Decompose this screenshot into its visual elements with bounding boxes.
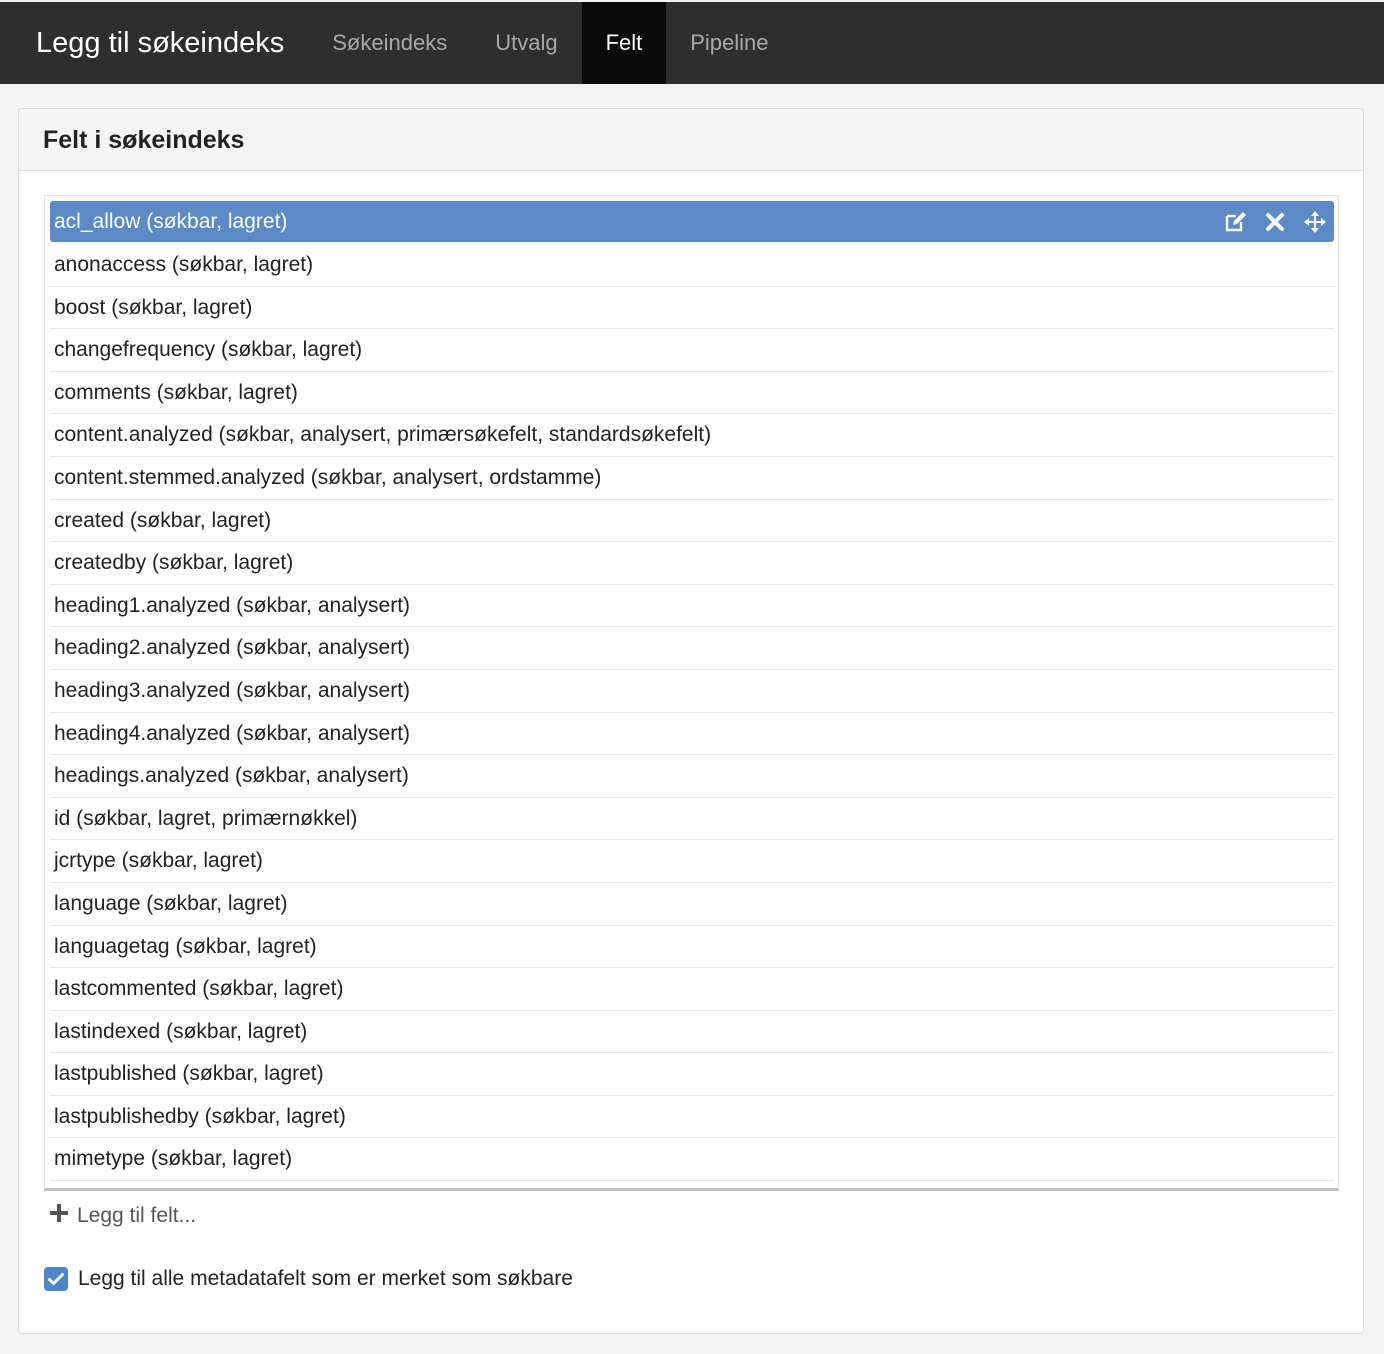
panel-title: Felt i søkeindeks [43,126,245,154]
field-row-selected[interactable]: acl_allow (søkbar, lagret) [50,201,1334,242]
field-label: comments (søkbar, lagret) [54,380,298,404]
field-row[interactable]: lastpublished (søkbar, lagret) [50,1053,1334,1096]
field-label: heading2.analyzed (søkbar, analysert) [54,636,411,660]
metadata-checkbox[interactable] [44,1267,68,1291]
field-row[interactable]: comments (søkbar, lagret) [50,372,1334,415]
panel-header: Felt i søkeindeks [19,109,1363,171]
field-label: jcrtype (søkbar, lagret) [54,849,263,873]
field-label: id (søkbar, lagret, primærnøkkel) [54,806,358,830]
edit-icon[interactable] [1222,209,1248,235]
field-label: lastpublished (søkbar, lagret) [54,1062,324,1086]
field-list: acl_allow (søkbar, lagret) anonaccess (sø… [44,195,1339,1191]
field-label: lastcommented (søkbar, lagret) [54,977,344,1001]
add-field-label: Legg til felt... [77,1204,197,1227]
field-label: content.analyzed (søkbar, analysert, pri… [54,423,712,447]
field-label: boost (søkbar, lagret) [54,295,253,319]
tab-sokeindeks[interactable]: Søkeindeks [308,2,471,84]
field-row[interactable]: content.analyzed (søkbar, analysert, pri… [50,414,1334,457]
field-label: content.stemmed.analyzed (søkbar, analys… [54,465,602,489]
field-label: heading1.analyzed (søkbar, analysert) [54,593,411,617]
add-field-button[interactable]: Legg til felt... [49,1199,196,1233]
tab-felt[interactable]: Felt [581,2,667,84]
field-label: headings.analyzed (søkbar, analysert) [54,764,409,788]
tab-pipeline[interactable]: Pipeline [666,2,792,84]
field-row[interactable]: jcrtype (søkbar, lagret) [50,840,1334,883]
field-label: heading4.analyzed (søkbar, analysert) [54,721,411,745]
field-row[interactable]: language (søkbar, lagret) [50,883,1334,926]
field-row[interactable]: headings.analyzed (søkbar, analysert) [50,755,1334,798]
field-label: lastpublishedby (søkbar, lagret) [54,1104,346,1128]
close-icon[interactable] [1262,209,1288,235]
field-row[interactable]: lastpublishedby (søkbar, lagret) [50,1096,1334,1139]
field-label: mimetype (søkbar, lagret) [54,1147,293,1171]
fields-panel: Felt i søkeindeks acl_allow (søkbar, lag… [18,108,1364,1334]
metadata-checkbox-row: Legg til alle metadatafelt som er merket… [44,1263,573,1295]
field-row[interactable]: lastindexed (søkbar, lagret) [50,1011,1334,1054]
field-row[interactable]: lastcommented (søkbar, lagret) [50,968,1334,1011]
row-actions [1222,201,1328,242]
move-icon[interactable] [1302,209,1328,235]
field-row[interactable]: id (søkbar, lagret, primærnøkkel) [50,798,1334,841]
field-row[interactable]: boost (søkbar, lagret) [50,287,1334,330]
field-row[interactable]: mimetype (søkbar, lagret) [50,1138,1334,1182]
field-label: createdby (søkbar, lagret) [54,551,294,575]
field-label: languagetag (søkbar, lagret) [54,934,317,958]
field-label: heading3.analyzed (søkbar, analysert) [54,678,411,702]
field-label: lastindexed (søkbar, lagret) [54,1019,308,1043]
field-row[interactable]: heading2.analyzed (søkbar, analysert) [50,627,1334,670]
field-row[interactable]: languagetag (søkbar, lagret) [50,926,1334,969]
field-label: language (søkbar, lagret) [54,891,288,915]
plus-icon [49,1203,69,1229]
top-navbar: Legg til søkeindeks Søkeindeks Utvalg Fe… [0,2,1384,84]
field-row[interactable]: content.stemmed.analyzed (søkbar, analys… [50,457,1334,500]
tab-utvalg[interactable]: Utvalg [471,2,581,84]
page-title: Legg til søkeindeks [36,27,285,59]
field-row[interactable]: heading4.analyzed (søkbar, analysert) [50,713,1334,756]
field-label: changefrequency (søkbar, lagret) [54,338,363,362]
checkmark-icon [48,1273,64,1285]
field-row[interactable]: anonaccess (søkbar, lagret) [50,244,1334,287]
field-row[interactable]: created (søkbar, lagret) [50,500,1334,543]
field-label: acl_allow (søkbar, lagret) [54,210,288,233]
field-label: anonaccess (søkbar, lagret) [54,253,314,276]
field-row[interactable]: heading1.analyzed (søkbar, analysert) [50,585,1334,628]
metadata-checkbox-label: Legg til alle metadatafelt som er merket… [78,1267,573,1290]
field-label: created (søkbar, lagret) [54,508,272,532]
field-row[interactable]: createdby (søkbar, lagret) [50,542,1334,585]
field-row[interactable]: changefrequency (søkbar, lagret) [50,329,1334,372]
field-row[interactable]: heading3.analyzed (søkbar, analysert) [50,670,1334,713]
